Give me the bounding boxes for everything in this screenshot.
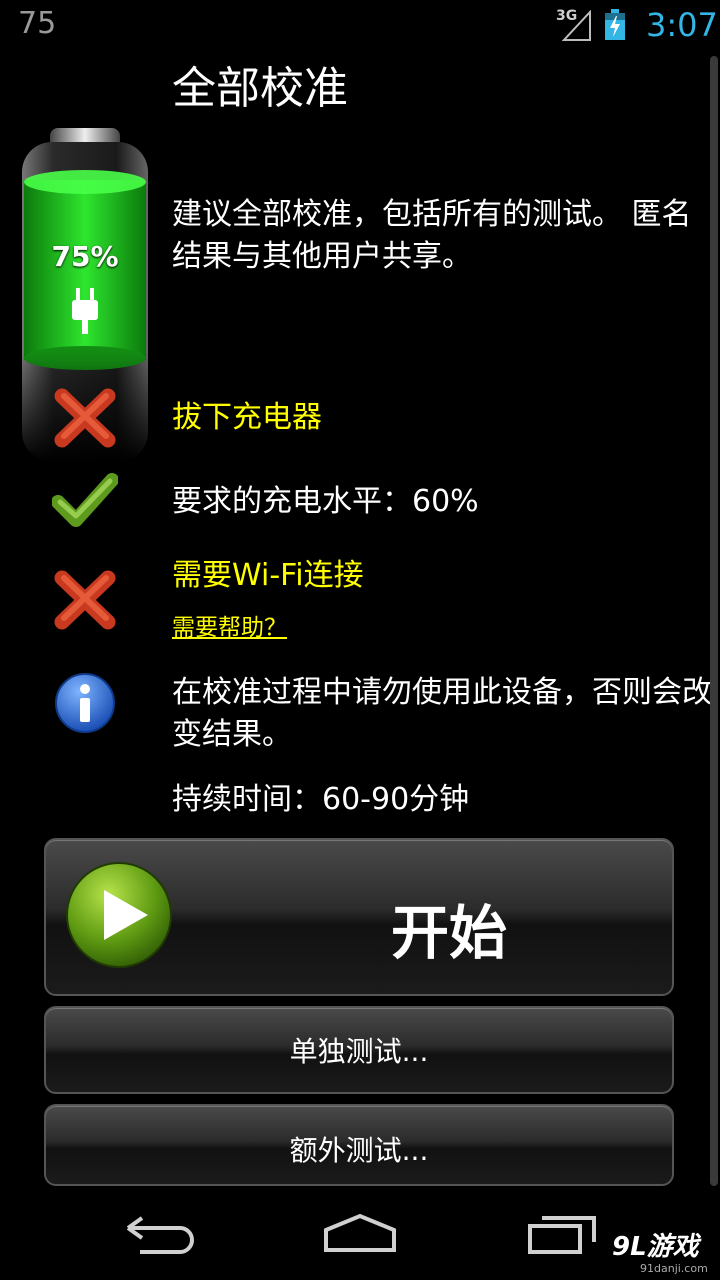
page-description: 建议全部校准，包括所有的测试。 匿名结果与其他用户共享。 <box>172 197 692 274</box>
watermark-logo: 9L游戏 <box>612 1232 699 1262</box>
red-x-icon <box>54 570 116 630</box>
duration-text: 持续时间：60-90分钟 <box>172 782 470 817</box>
scrollbar[interactable] <box>710 56 718 1186</box>
help-link[interactable]: 需要帮助？ <box>172 608 287 642</box>
green-check-icon <box>52 473 118 527</box>
red-x-icon <box>54 388 116 448</box>
signal-icon <box>562 10 591 41</box>
play-icon <box>66 862 172 968</box>
start-button-label: 开始 <box>390 899 507 967</box>
battery-level-text: 75% <box>51 240 119 273</box>
requirement-wifi: 需要Wi-Fi连接 <box>172 558 364 593</box>
clock: 3:07 <box>646 6 718 44</box>
home-icon[interactable] <box>322 1212 398 1256</box>
watermark-site: 91danji.com <box>640 1262 708 1275</box>
battery-status-icon <box>605 9 625 40</box>
usage-warning: 在校准过程中请勿使用此设备，否则会改变结果。 <box>172 675 712 752</box>
screen: 75 3G 3:07 75% 全部校准 建议全部校准，包括所有的测试。 匿名结果… <box>0 0 720 1280</box>
status-bar: 75 3G 3:07 <box>0 0 720 50</box>
info-icon <box>55 673 115 733</box>
back-icon[interactable] <box>124 1214 196 1258</box>
recent-apps-icon[interactable] <box>526 1212 598 1256</box>
single-test-button[interactable]: 单独测试... <box>44 1006 674 1094</box>
page-title: 全部校准 <box>172 63 348 114</box>
requirement-charge-level: 要求的充电水平：60% <box>172 484 479 519</box>
notification-count: 75 <box>18 6 57 41</box>
requirement-unplug-charger: 拔下充电器 <box>172 400 322 435</box>
start-button[interactable]: 开始 <box>44 838 674 996</box>
extra-test-button[interactable]: 额外测试... <box>44 1104 674 1186</box>
